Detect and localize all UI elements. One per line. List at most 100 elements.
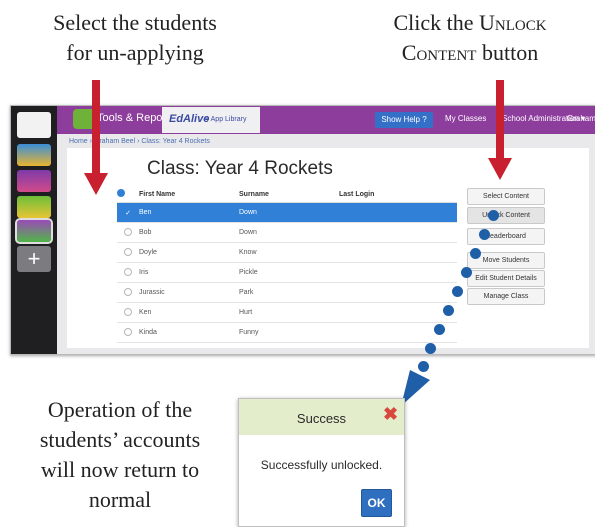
dialog-message: Successfully unlocked. [260,458,383,472]
cell-first-name: Kinda [139,322,239,343]
cell-first-name: Ben [139,202,239,223]
table-row[interactable]: Doyle Know [117,242,457,263]
edit-student-details-button[interactable]: Edit Student Details [467,270,545,287]
cell-last-login [339,302,457,323]
cell-surname: Down [239,202,339,223]
row-checkbox[interactable]: ✓ [117,202,139,223]
connector-dot [461,267,472,278]
caption-line: Operation of the [47,397,193,422]
nav-user[interactable]: Graham [567,114,595,123]
caption-select-students: Select the students for un-applying [10,8,260,68]
connector-dot [470,248,481,259]
caption-line: Click the Unlock [350,8,590,38]
ok-button[interactable]: OK [361,489,392,517]
checkbox-icon [124,247,132,256]
checkbox-icon [124,267,132,276]
cell-first-name: Ken [139,302,239,323]
column-header[interactable]: Last Login [339,186,457,203]
row-checkbox[interactable] [117,302,139,323]
page-title: Class: Year 4 Rockets [147,158,333,179]
students-table: First Name Surname Last Login ✓ Ben Down… [117,186,457,343]
cell-surname: Funny [239,322,339,343]
row-checkbox[interactable] [117,262,139,283]
caption-line: normal [88,487,152,512]
caption-smallcaps: Unlock [478,10,547,35]
caption-text: Click the [393,10,479,35]
cell-last-login [339,202,457,223]
caption-line: Select the students [53,10,217,35]
top-nav-bar: Tools & Reports EdAlive ≡ App Library Sh… [57,106,595,134]
connector-dot [434,324,445,335]
table-row[interactable]: Bob Down [117,222,457,243]
cell-surname: Pickle [239,262,339,283]
row-checkbox[interactable] [117,282,139,303]
caption-click-unlock: Click the Unlock Content button [350,8,590,68]
unlock-content-button[interactable]: Unlock Content [467,207,545,224]
add-app-icon[interactable]: + [17,246,51,272]
success-dialog: Success ✖ Successfully unlocked. OK [238,398,405,527]
app-library-label: ≡ App Library [205,116,247,123]
table-row[interactable]: Ken Hurt [117,302,457,323]
app-tile-3[interactable] [17,196,51,218]
checkbox-icon [124,227,132,236]
caption-line: students’ accounts [39,427,201,452]
cell-surname: Park [239,282,339,303]
caption-text: button [476,40,539,65]
app-tile-active[interactable] [15,218,53,244]
row-checkbox[interactable] [117,322,139,343]
manage-class-button[interactable]: Manage Class [467,288,545,305]
app-logo-tile[interactable] [17,112,51,138]
caption-smallcaps: Content [401,40,477,65]
connector-dot [488,210,499,221]
close-icon[interactable]: ✖ [383,405,398,423]
arrow-down-icon [488,158,512,180]
checkbox-icon [124,327,132,336]
breadcrumb[interactable]: Home › Graham Beel › Class: Year 4 Rocke… [69,138,210,145]
check-icon: ✓ [125,209,131,217]
caption-line: will now return to [40,457,200,482]
table-row[interactable]: Jurassic Park [117,282,457,303]
app-tile-2[interactable] [17,170,51,192]
checkbox-icon [117,189,125,197]
connector-dot [425,343,436,354]
cell-surname: Know [239,242,339,263]
column-header[interactable]: First Name [139,186,239,203]
arrow-down-icon [84,173,108,195]
nav-edalive-tab[interactable]: EdAlive ≡ App Library [162,107,260,133]
table-header-row: First Name Surname Last Login [117,186,457,203]
connector-dot [452,286,463,297]
select-content-button[interactable]: Select Content [467,188,545,205]
caption-result: Operation of the students’ accounts will… [10,395,230,515]
nav-my-classes[interactable]: My Classes [445,114,486,123]
app-tile-1[interactable] [17,144,51,166]
checkbox-icon [124,307,132,316]
checkbox-icon [124,287,132,296]
row-checkbox[interactable] [117,242,139,263]
cell-first-name: Doyle [139,242,239,263]
app-sidebar: + [11,106,57,354]
caption-line: Content button [350,38,590,68]
cell-first-name: Jurassic [139,282,239,303]
show-help-button[interactable]: Show Help ? [375,112,433,128]
column-header[interactable]: Surname [239,186,339,203]
cell-last-login [339,282,457,303]
cell-first-name: Bob [139,222,239,243]
arrow-shaft [496,80,504,160]
dialog-title: Success [296,411,347,426]
table-row[interactable]: Iris Pickle [117,262,457,283]
cell-surname: Hurt [239,302,339,323]
select-all-checkbox[interactable] [117,186,139,203]
cell-first-name: Iris [139,262,239,283]
edalive-label: EdAlive [169,113,210,125]
connector-dot [443,305,454,316]
cell-last-login [339,222,457,243]
cell-surname: Down [239,222,339,243]
cell-last-login [339,262,457,283]
row-checkbox[interactable] [117,222,139,243]
connector-dot [479,229,490,240]
arrow-shaft [92,80,100,175]
table-row[interactable]: ✓ Ben Down [117,202,457,223]
cell-last-login [339,242,457,263]
table-row[interactable]: Kinda Funny [117,322,457,343]
caption-line: for un-applying [66,40,204,65]
